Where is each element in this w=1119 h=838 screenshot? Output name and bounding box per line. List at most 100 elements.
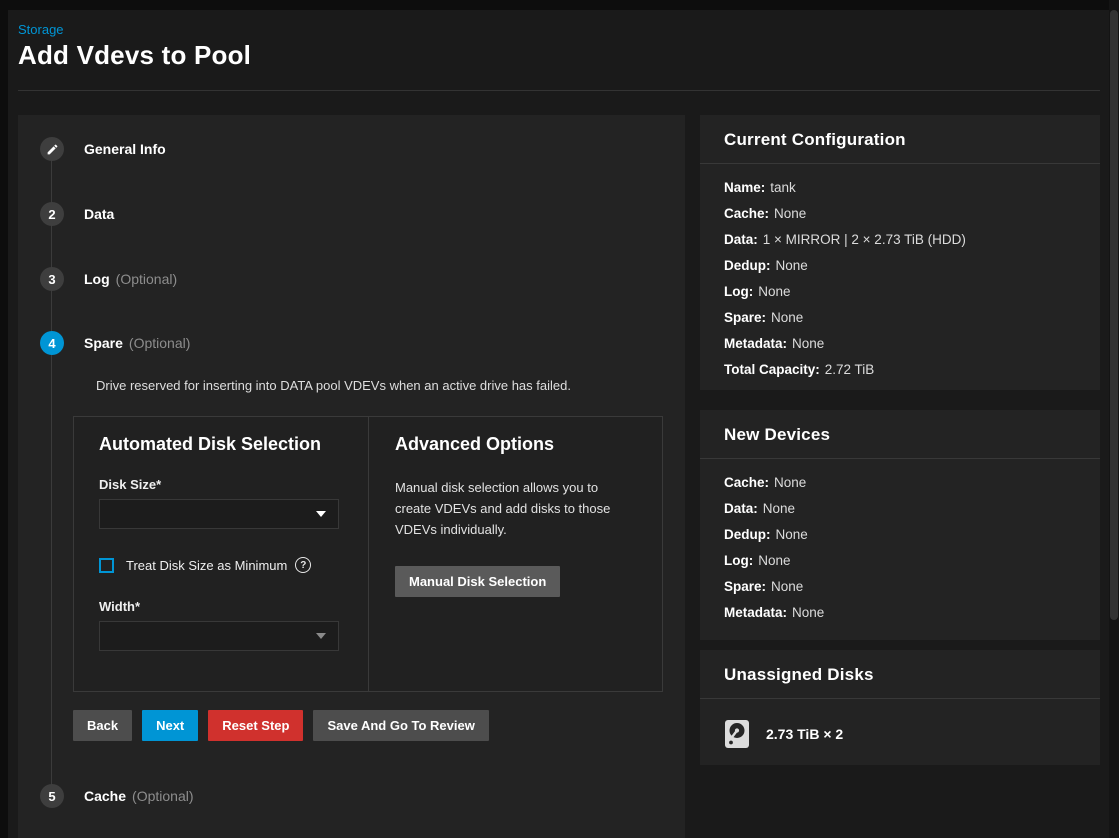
config-row: Total Capacity: 2.72 TiB [724, 362, 1076, 377]
advanced-options-section: Advanced Options Manual disk selection a… [369, 417, 662, 691]
config-value: None [771, 310, 803, 325]
stepper-step-general-info[interactable]: General Info [40, 137, 166, 161]
config-label: Spare: [724, 310, 766, 325]
device-value: None [758, 553, 790, 568]
device-label: Metadata: [724, 605, 787, 620]
next-button[interactable]: Next [142, 710, 198, 741]
hard-drive-icon [724, 719, 750, 749]
device-value: None [776, 527, 808, 542]
stepper-step-log[interactable]: 3 Log (Optional) [40, 267, 177, 291]
wizard-actions: Back Next Reset Step Save And Go To Revi… [73, 710, 489, 741]
step-label: General Info [84, 141, 166, 157]
config-label: Data: [724, 232, 758, 247]
unassigned-disks-title: Unassigned Disks [724, 665, 1076, 685]
config-row: Data: 1 × MIRROR | 2 × 2.73 TiB (HDD) [724, 232, 1076, 247]
new-devices-title: New Devices [724, 425, 1076, 445]
device-row: Spare: None [724, 579, 1076, 594]
panel-header: Unassigned Disks [700, 650, 1100, 699]
disk-size-select[interactable] [99, 499, 339, 529]
chevron-down-icon [316, 633, 326, 639]
device-label: Data: [724, 501, 758, 516]
manual-disk-selection-button[interactable]: Manual Disk Selection [395, 566, 560, 597]
step-label: Spare [84, 335, 123, 351]
step-label: Cache [84, 788, 126, 804]
config-value: None [792, 336, 824, 351]
width-label: Width* [99, 599, 343, 614]
panel-body: Cache: None Data: None Dedup: None Log: None… [700, 459, 1100, 647]
config-label: Name: [724, 180, 765, 195]
panel-header: New Devices [700, 410, 1100, 459]
advanced-options-description: Manual disk selection allows you to crea… [395, 477, 636, 540]
reset-step-button[interactable]: Reset Step [208, 710, 303, 741]
help-icon[interactable]: ? [295, 557, 311, 573]
advanced-section-title: Advanced Options [395, 434, 636, 455]
panel-header: Current Configuration [700, 115, 1100, 164]
treat-minimum-label: Treat Disk Size as Minimum [126, 558, 287, 573]
config-value: tank [770, 180, 796, 195]
scrollbar-thumb[interactable] [1110, 10, 1118, 620]
config-row: Log:None [724, 284, 1076, 299]
page-title: Add Vdevs to Pool [18, 40, 251, 71]
config-row: Name: tank [724, 180, 1076, 195]
stepper-step-spare[interactable]: 4 Spare (Optional) [40, 331, 190, 355]
config-row: Metadata: None [724, 336, 1076, 351]
width-select[interactable] [99, 621, 339, 651]
top-edge [0, 0, 1119, 10]
step-optional-tag: (Optional) [129, 335, 190, 351]
disk-selection-box: Automated Disk Selection Disk Size* Trea… [73, 416, 663, 692]
back-button[interactable]: Back [73, 710, 132, 741]
config-label: Cache: [724, 206, 769, 221]
stepper-step-cache[interactable]: 5 Cache (Optional) [40, 784, 194, 808]
stepper-step-data[interactable]: 2 Data [40, 202, 114, 226]
step-number: 5 [40, 784, 64, 808]
config-value: 2.72 TiB [825, 362, 875, 377]
save-and-go-to-review-button[interactable]: Save And Go To Review [313, 710, 488, 741]
device-label: Dedup: [724, 527, 771, 542]
header-divider [18, 90, 1100, 91]
device-row: Dedup: None [724, 527, 1076, 542]
panel-body: Name:tank Cache:None Data:1 × MIRROR | 2… [700, 164, 1100, 404]
config-label: Metadata: [724, 336, 787, 351]
unassigned-disks-panel: Unassigned Disks 2.73 TiB × 2 [700, 650, 1100, 765]
current-configuration-title: Current Configuration [724, 130, 1076, 150]
chevron-down-icon [316, 511, 326, 517]
device-row: Log: None [724, 553, 1076, 568]
left-edge [0, 0, 8, 838]
config-label: Dedup: [724, 258, 771, 273]
config-value: None [776, 258, 808, 273]
unassigned-disk-item: 2.73 TiB × 2 [724, 715, 1076, 749]
step-number-active: 4 [40, 331, 64, 355]
device-value: None [774, 475, 806, 490]
step-completed-circle [40, 137, 64, 161]
config-value: 1 × MIRROR | 2 × 2.73 TiB (HDD) [763, 232, 966, 247]
device-label: Log: [724, 553, 753, 568]
config-row: Spare: None [724, 310, 1076, 325]
treat-minimum-checkbox[interactable] [99, 558, 114, 573]
stepper-connector-line [51, 149, 52, 796]
disk-size-label: Disk Size* [99, 477, 343, 492]
config-value: None [758, 284, 790, 299]
step-label: Data [84, 206, 114, 222]
device-row: Cache: None [724, 475, 1076, 490]
step-optional-tag: (Optional) [116, 271, 177, 287]
device-label: Spare: [724, 579, 766, 594]
automated-section-title: Automated Disk Selection [99, 434, 343, 455]
panel-body: 2.73 TiB × 2 [700, 699, 1100, 765]
disk-size-count: 2.73 TiB × 2 [766, 726, 843, 742]
device-value: None [763, 501, 795, 516]
scrollbar-track[interactable] [1109, 0, 1119, 838]
config-row: Dedup: None [724, 258, 1076, 273]
pencil-icon [46, 143, 59, 156]
new-devices-panel: New Devices Cache: None Data: None Dedup: N… [700, 410, 1100, 640]
device-label: Cache: [724, 475, 769, 490]
device-value: None [792, 605, 824, 620]
step-label: Log [84, 271, 110, 287]
config-label: Total Capacity: [724, 362, 820, 377]
current-configuration-panel: Current Configuration Name:tank Cache:No… [700, 115, 1100, 390]
automated-disk-selection-section: Automated Disk Selection Disk Size* Trea… [74, 417, 369, 691]
device-value: None [771, 579, 803, 594]
step-number: 3 [40, 267, 64, 291]
device-row: Data: None [724, 501, 1076, 516]
breadcrumb[interactable]: Storage [18, 22, 64, 37]
config-row: Cache:None [724, 206, 1076, 221]
